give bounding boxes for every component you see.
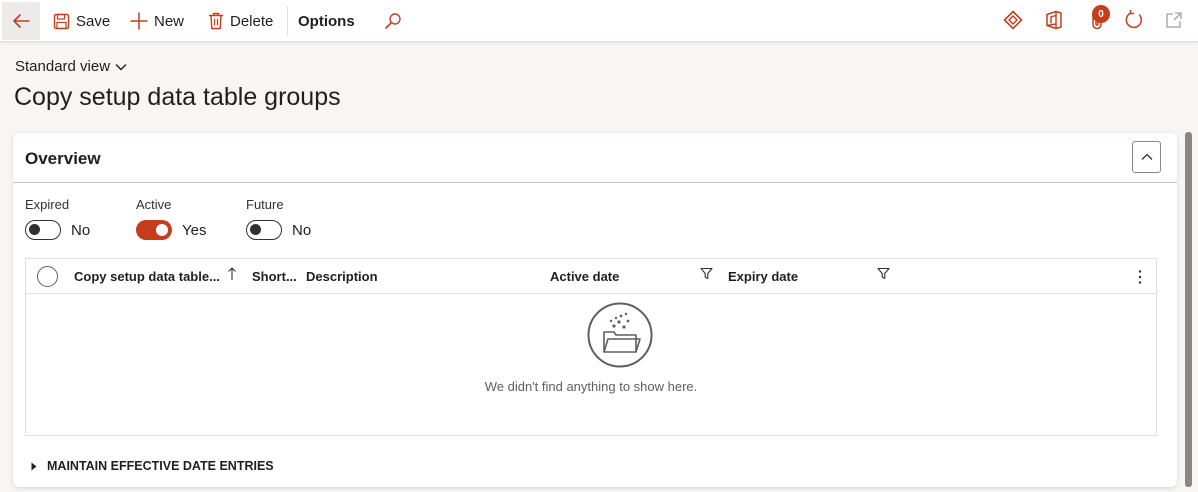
future-toggle[interactable] [246, 220, 282, 240]
page-scrollbar[interactable] [1185, 132, 1192, 487]
delete-button[interactable]: Delete [208, 0, 273, 42]
grid-header: Copy setup data table... Short... Descri… [26, 259, 1156, 294]
active-toggle[interactable] [136, 220, 172, 240]
open-new-window-button[interactable] [1162, 8, 1186, 32]
column-label: Description [306, 269, 378, 284]
save-label: Save [76, 12, 111, 30]
select-all-checkbox[interactable] [37, 266, 58, 287]
arrow-left-icon [13, 14, 30, 28]
search-icon [385, 13, 401, 29]
page-title: Copy setup data table groups [14, 83, 341, 111]
table-groups-grid: Copy setup data table... Short... Descri… [25, 258, 1157, 436]
trash-icon [209, 12, 223, 30]
power-apps-button[interactable] [1001, 8, 1025, 32]
column-label: Short... [252, 269, 297, 284]
column-label: Expiry date [728, 269, 799, 284]
search-button[interactable] [384, 0, 408, 42]
column-label: Active date [550, 269, 620, 284]
empty-state-message: We didn't find anything to show here. [484, 379, 698, 394]
collapse-button[interactable] [1132, 141, 1161, 173]
action-pane: Save New Delete Options 0 [0, 0, 1198, 42]
delete-label: Delete [230, 12, 274, 30]
new-label: New [154, 12, 185, 30]
future-filter: Future No [246, 197, 311, 240]
save-button[interactable]: Save [53, 0, 110, 42]
expiry-date-filter-button[interactable] [877, 259, 890, 294]
chevron-up-icon [1141, 153, 1152, 160]
back-button[interactable] [2, 2, 40, 40]
chevron-down-icon [115, 63, 127, 70]
pop-out-icon [1166, 12, 1182, 28]
active-filter: Active Yes [136, 197, 206, 240]
expired-toggle[interactable] [25, 220, 61, 240]
overview-fasttab: Overview Expired No Active Yes Future No [13, 133, 1177, 487]
attachments-count-badge: 0 [1092, 5, 1110, 23]
sort-ascending-icon [228, 266, 236, 280]
future-value: No [292, 221, 312, 239]
diamond-icon [1003, 10, 1023, 30]
options-label: Options [298, 12, 355, 30]
office-icon [1046, 10, 1062, 30]
column-header-expiry-date[interactable]: Expiry date [728, 259, 798, 294]
expired-filter: Expired No [25, 197, 90, 240]
column-header-active-date[interactable]: Active date [550, 259, 619, 294]
caret-right-icon [31, 462, 37, 470]
refresh-icon [1125, 10, 1143, 29]
refresh-button[interactable] [1122, 8, 1146, 32]
active-date-filter-button[interactable] [700, 259, 713, 294]
active-value: Yes [182, 221, 207, 239]
column-header-short-name[interactable]: Short... [252, 259, 297, 294]
column-header-table-group[interactable]: Copy setup data table... [74, 259, 237, 294]
filter-icon [877, 267, 890, 280]
new-button[interactable]: New [130, 0, 184, 42]
view-name: Standard view [15, 58, 111, 75]
overview-title: Overview [25, 149, 101, 168]
grid-options-button[interactable] [1138, 259, 1142, 294]
view-selector[interactable]: Standard view [15, 58, 127, 75]
more-vertical-icon [1138, 269, 1142, 284]
column-header-description[interactable]: Description [306, 259, 378, 294]
options-tab[interactable]: Options [298, 0, 355, 42]
empty-folder-icon [587, 302, 653, 368]
column-label: Copy setup data table... [74, 269, 220, 284]
expired-value: No [71, 221, 91, 239]
maintain-effective-date-entries-section[interactable]: MAINTAIN EFFECTIVE DATE ENTRIES [31, 459, 274, 473]
filter-icon [700, 267, 713, 280]
plus-icon [130, 12, 148, 30]
expired-label: Expired [25, 197, 70, 212]
active-label: Active [136, 197, 172, 212]
save-icon [53, 13, 70, 29]
maintain-label: MAINTAIN EFFECTIVE DATE ENTRIES [47, 459, 274, 473]
future-label: Future [246, 197, 284, 212]
toolbar-divider [287, 6, 288, 36]
overview-divider [13, 182, 1177, 183]
office-button[interactable] [1042, 8, 1066, 32]
